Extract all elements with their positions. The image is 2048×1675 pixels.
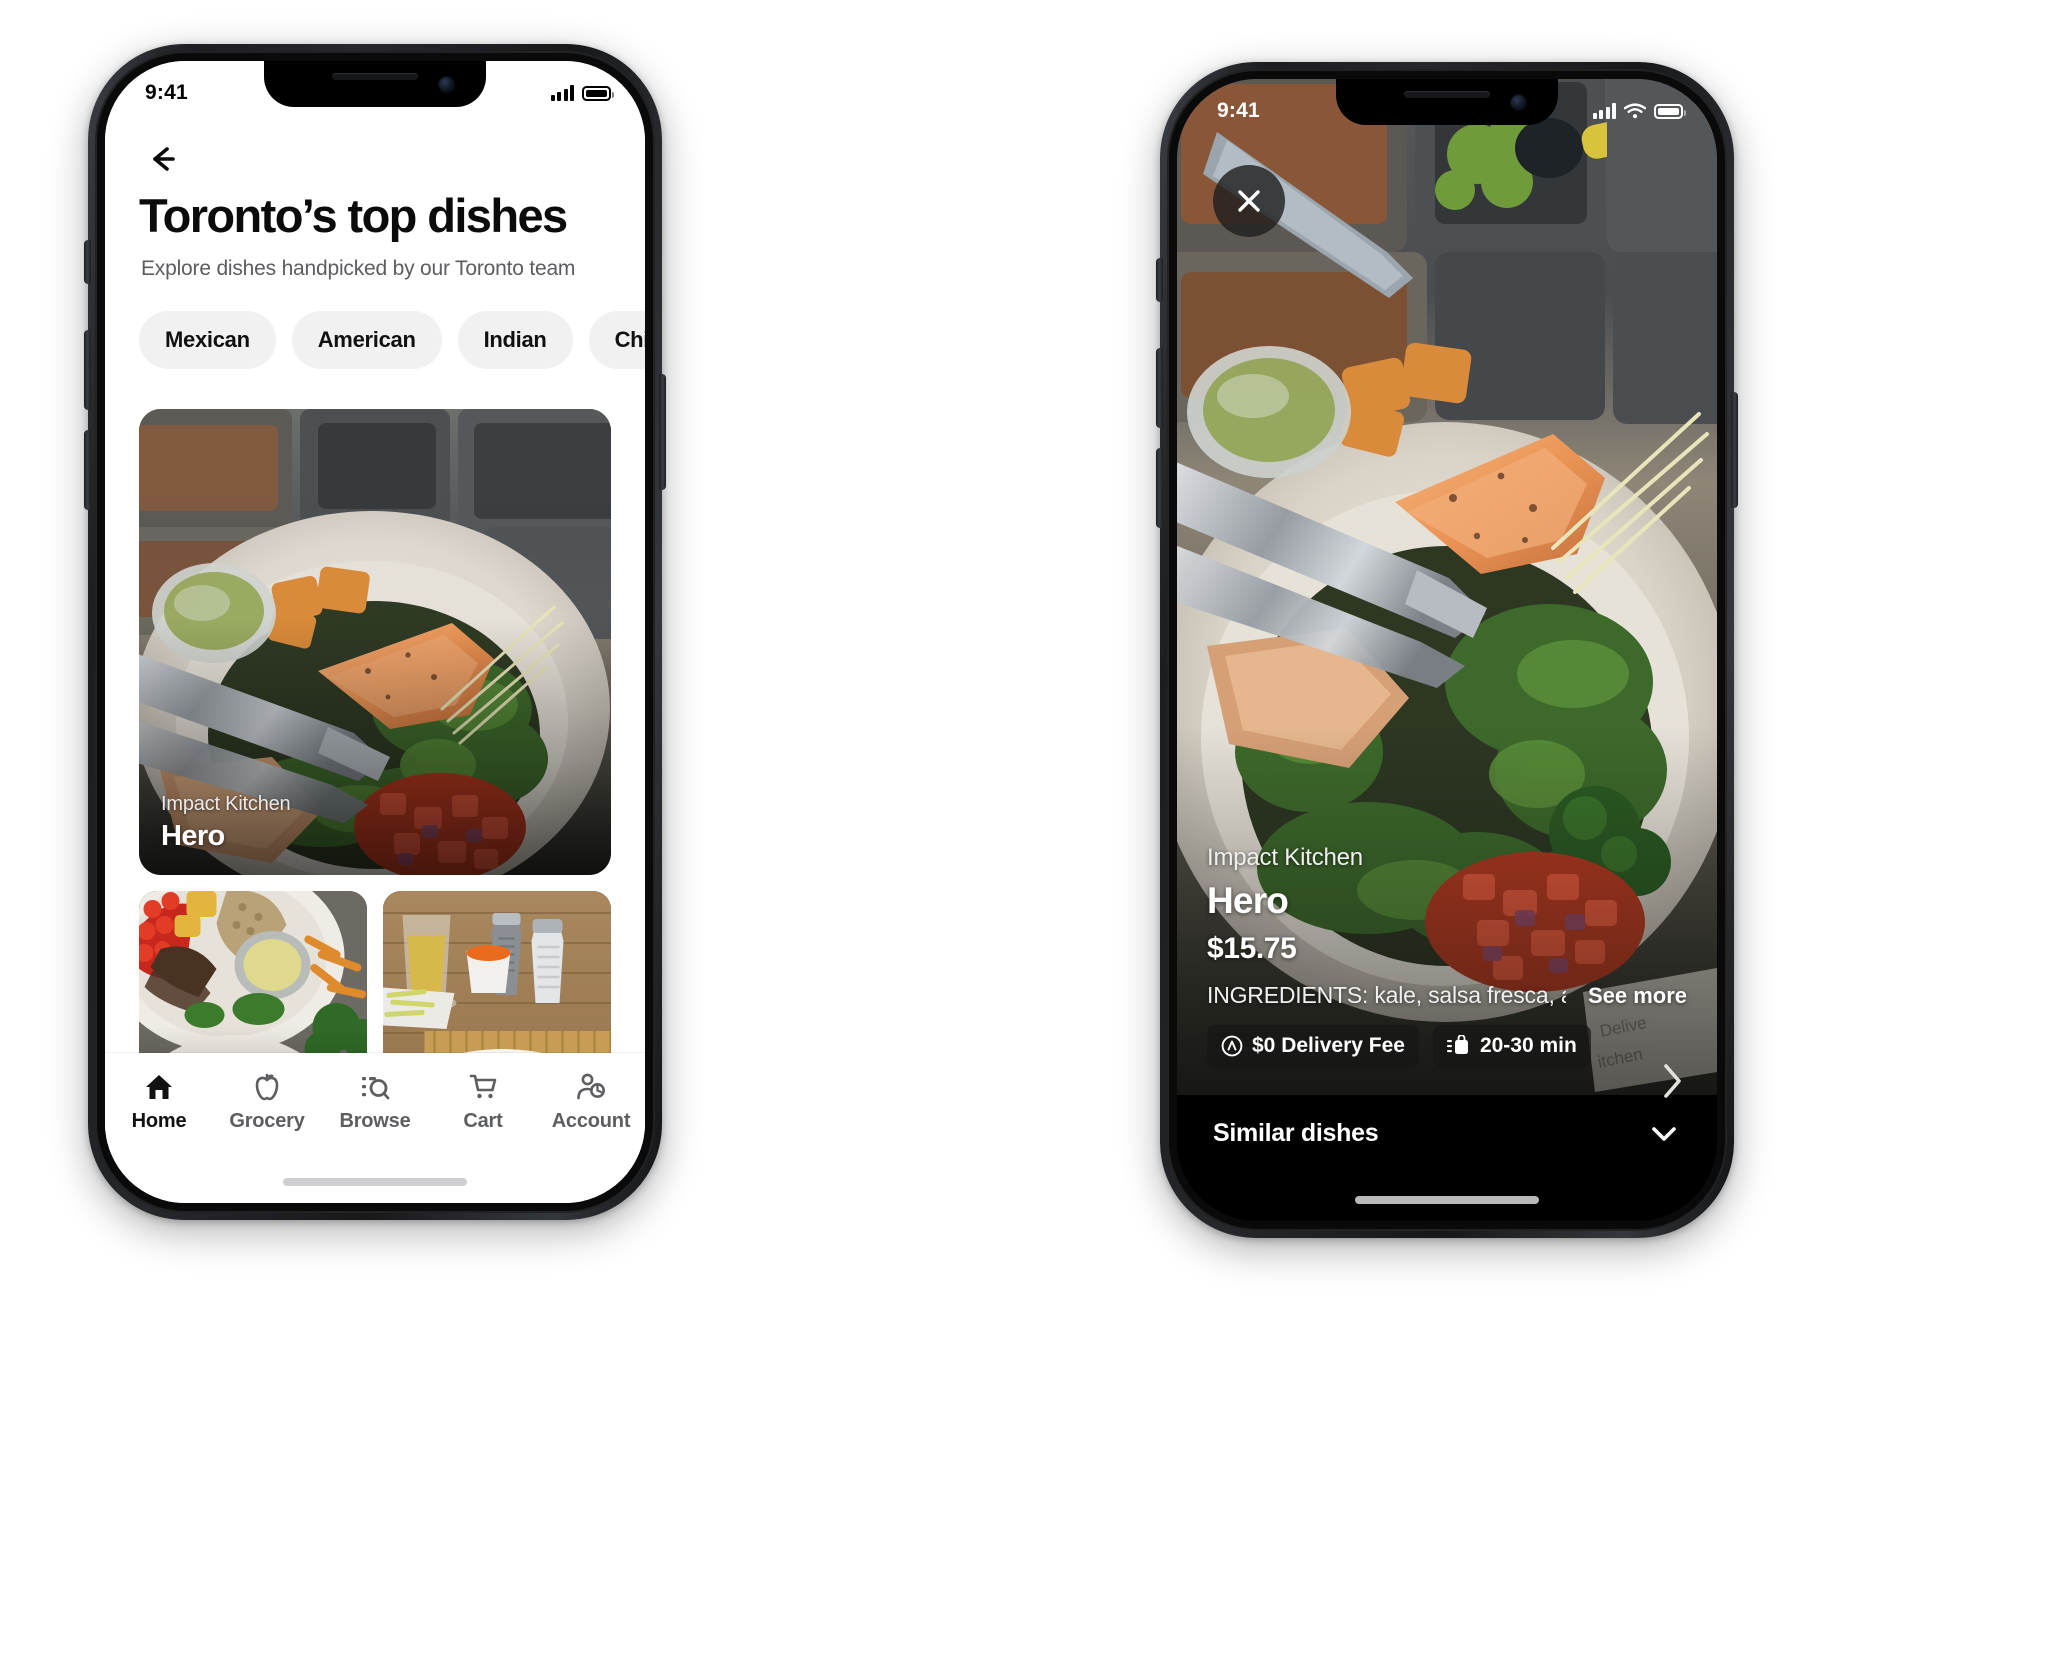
delivery-fee-icon bbox=[1221, 1035, 1243, 1057]
tab-home[interactable]: Home bbox=[105, 1071, 213, 1133]
status-indicators bbox=[550, 85, 614, 101]
chip-chinese[interactable]: Chinese bbox=[588, 311, 645, 369]
card-store-name: Impact Kitchen bbox=[161, 793, 291, 815]
volume-up-button[interactable] bbox=[1156, 348, 1163, 428]
front-camera-icon bbox=[1511, 95, 1526, 110]
right-phone-mockup: 9:41 Delive itchen Impact Kitchen Hero $… bbox=[1156, 62, 1738, 1238]
battery-icon bbox=[582, 85, 614, 101]
power-button[interactable] bbox=[659, 374, 666, 490]
signal-bars-icon bbox=[1592, 103, 1616, 119]
detail-dish-name: Hero bbox=[1207, 880, 1289, 921]
power-button[interactable] bbox=[1731, 392, 1738, 508]
left-phone-screen: 9:41 Toronto’s top dishes Explore dishes… bbox=[105, 61, 645, 1203]
see-more-link[interactable]: See more bbox=[1588, 983, 1687, 1009]
detail-badge-row: $0 Delivery Fee 20-30 min bbox=[1207, 1025, 1687, 1067]
tab-grocery-label: Grocery bbox=[229, 1110, 305, 1132]
detail-ingredients-row: INGREDIENTS: kale, salsa fresca, a… See … bbox=[1207, 982, 1687, 1009]
account-person-icon bbox=[577, 1073, 605, 1100]
delivery-time-label: 20-30 min bbox=[1479, 1034, 1577, 1057]
detail-ingredients: INGREDIENTS: kale, salsa fresca, a… bbox=[1207, 982, 1566, 1008]
cart-icon bbox=[469, 1074, 497, 1099]
tab-cart[interactable]: Cart bbox=[429, 1071, 537, 1133]
card-dish-name: Hero bbox=[161, 820, 225, 852]
detail-content: Impact Kitchen Hero $15.75 INGREDIENTS: … bbox=[1207, 844, 1687, 1067]
battery-icon bbox=[1654, 103, 1686, 119]
tab-browse-label: Browse bbox=[339, 1110, 411, 1132]
left-phone-mockup: 9:41 Toronto’s top dishes Explore dishes… bbox=[84, 44, 666, 1220]
notch bbox=[1336, 79, 1558, 125]
detail-price: $15.75 bbox=[1207, 932, 1297, 965]
bag-clock-icon bbox=[1446, 1035, 1468, 1054]
page-title: Toronto’s top dishes bbox=[139, 189, 568, 242]
tab-browse[interactable]: Browse bbox=[321, 1071, 429, 1133]
volume-down-button[interactable] bbox=[1156, 448, 1163, 528]
mute-switch-button[interactable] bbox=[1156, 258, 1163, 302]
similar-dishes-label: Similar dishes bbox=[1213, 1119, 1379, 1147]
tab-grocery[interactable]: Grocery bbox=[213, 1071, 321, 1133]
wifi-icon bbox=[1624, 103, 1646, 119]
delivery-fee-label: $0 Delivery Fee bbox=[1252, 1034, 1405, 1057]
page-subtitle: Explore dishes handpicked by our Toronto… bbox=[141, 257, 576, 280]
mute-switch-button[interactable] bbox=[84, 240, 91, 284]
status-indicators bbox=[1592, 103, 1686, 119]
back-arrow-icon bbox=[153, 147, 175, 171]
home-icon bbox=[146, 1075, 172, 1099]
tab-account[interactable]: Account bbox=[537, 1071, 645, 1133]
delivery-fee-badge: $0 Delivery Fee bbox=[1207, 1025, 1419, 1067]
status-time: 9:41 bbox=[145, 81, 188, 104]
chevron-right-icon bbox=[1664, 1064, 1681, 1098]
dish-detail-overlay: Impact Kitchen Hero $15.75 INGREDIENTS: … bbox=[1177, 724, 1717, 1095]
status-time: 9:41 bbox=[1217, 99, 1260, 122]
delivery-time-badge: 20-30 min bbox=[1432, 1025, 1591, 1067]
dish-detail-screen: Delive itchen Impact Kitchen Hero $15.75… bbox=[1177, 79, 1717, 1221]
screenshot-stage: 9:41 Toronto’s top dishes Explore dishes… bbox=[0, 0, 2048, 1675]
notch bbox=[264, 61, 486, 107]
earpiece-speaker-icon bbox=[332, 73, 418, 80]
apple-icon bbox=[255, 1073, 279, 1101]
top-dishes-screen: Toronto’s top dishes Explore dishes hand… bbox=[105, 61, 645, 1203]
detail-store-name: Impact Kitchen bbox=[1207, 844, 1363, 871]
home-indicator[interactable] bbox=[283, 1178, 467, 1186]
close-button[interactable] bbox=[1213, 165, 1285, 237]
card-meta: Impact Kitchen Hero bbox=[161, 793, 589, 853]
tab-account-label: Account bbox=[551, 1110, 631, 1132]
tab-cart-label: Cart bbox=[463, 1110, 503, 1132]
right-phone-screen: 9:41 Delive itchen Impact Kitchen Hero $… bbox=[1177, 79, 1717, 1221]
close-x-icon bbox=[1238, 190, 1260, 212]
chip-american[interactable]: American bbox=[291, 311, 442, 369]
chevron-down-icon[interactable] bbox=[1647, 1123, 1681, 1145]
earpiece-speaker-icon bbox=[1404, 91, 1490, 98]
volume-down-button[interactable] bbox=[84, 430, 91, 510]
signal-bars-icon bbox=[550, 85, 574, 101]
dish-card-hero[interactable]: Impact Kitchen Hero bbox=[139, 409, 611, 875]
home-indicator[interactable] bbox=[1355, 1196, 1539, 1204]
tab-home-label: Home bbox=[131, 1110, 187, 1132]
front-camera-icon bbox=[439, 77, 454, 92]
chip-indian[interactable]: Indian bbox=[457, 311, 573, 369]
back-button[interactable] bbox=[141, 137, 185, 181]
next-dish-button[interactable] bbox=[1657, 1059, 1687, 1108]
volume-up-button[interactable] bbox=[84, 330, 91, 410]
chip-mexican[interactable]: Mexican bbox=[139, 311, 276, 369]
browse-search-icon bbox=[362, 1077, 390, 1100]
category-chip-row[interactable]: Mexican American Indian Chinese bbox=[139, 311, 645, 369]
